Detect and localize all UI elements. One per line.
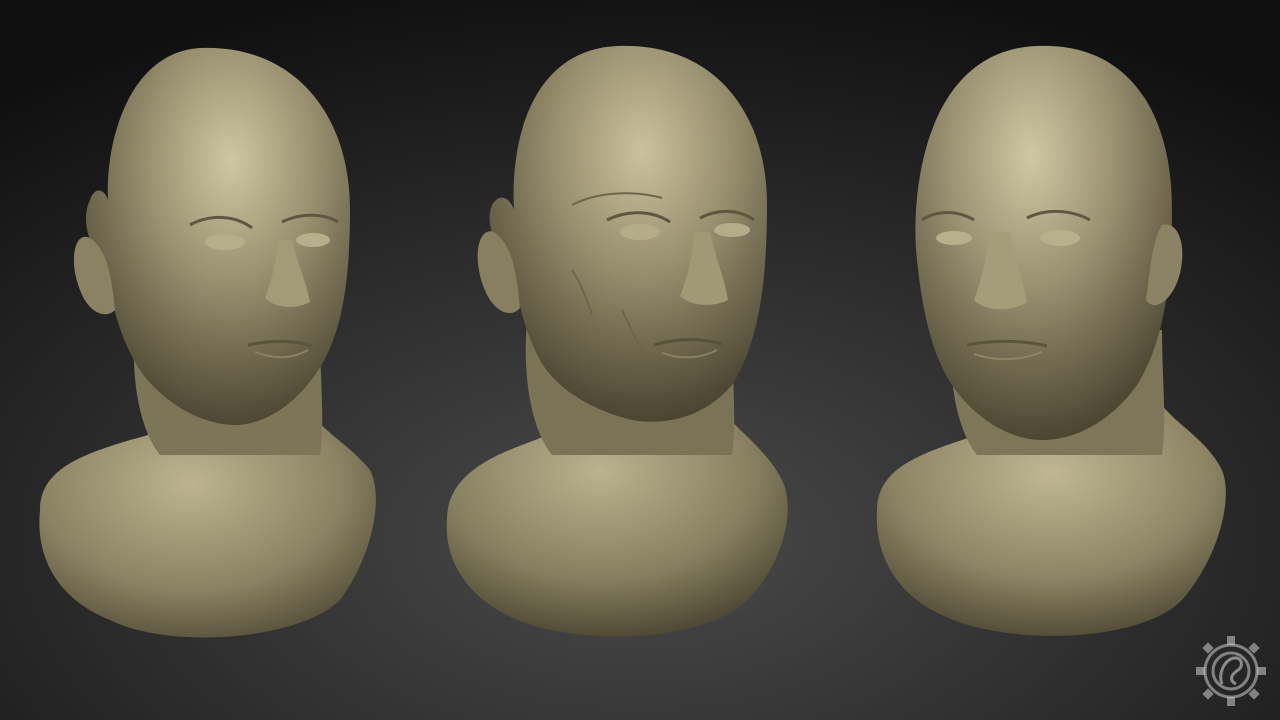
head-bust-older-center [446,45,788,637]
head-bust-young-left [39,47,376,638]
render-canvas [0,0,1280,720]
head-bust-young-right [876,45,1226,636]
gear-emblem-icon [1196,636,1266,706]
